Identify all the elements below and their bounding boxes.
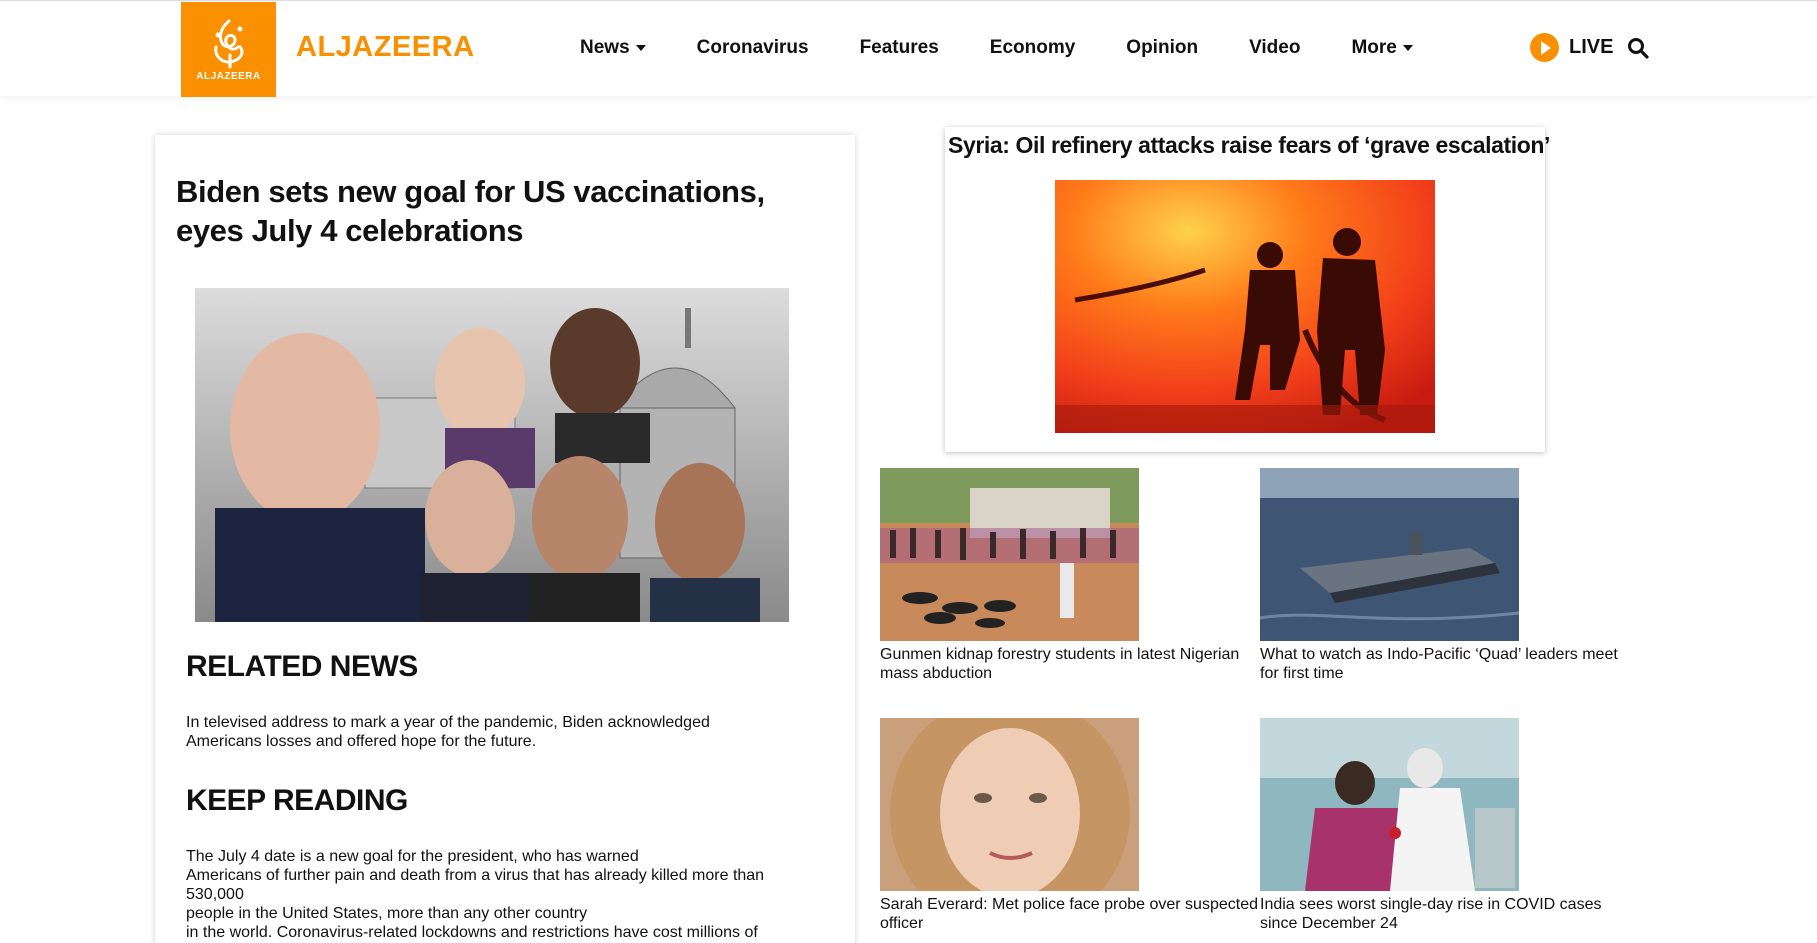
main-nav: News Coronavirus Features Economy Opinio… <box>580 37 1464 59</box>
site-header: ALJAZEERA ALJAZEERA News Coronavirus Fea… <box>0 0 1817 97</box>
related-news-text: In televised address to mark a year of t… <box>186 714 710 750</box>
nav-features-label: Features <box>859 37 939 58</box>
live-button[interactable]: LIVE <box>1530 33 1613 62</box>
carrier-photo <box>1260 468 1519 641</box>
logo-calligraphy-icon <box>213 19 243 69</box>
nav-video-label: Video <box>1249 37 1301 58</box>
story-tile-image[interactable] <box>880 468 1139 641</box>
keep-reading-line: The July 4 date is a new goal for the pr… <box>186 848 639 865</box>
play-circle-icon <box>1530 33 1559 62</box>
nav-video[interactable]: Video <box>1249 37 1300 59</box>
nav-news[interactable]: News <box>580 37 646 59</box>
story-tile-caption[interactable]: Sarah Everard: Met police face probe ove… <box>880 895 1260 933</box>
main-story-title[interactable]: Biden sets new goal for US vaccinations,… <box>176 172 836 250</box>
nav-coronavirus[interactable]: Coronavirus <box>697 37 809 59</box>
keep-reading-line: Americans of further pain and death from… <box>186 867 765 884</box>
logo[interactable]: ALJAZEERA <box>181 2 276 97</box>
nav-economy[interactable]: Economy <box>990 37 1076 59</box>
nav-features[interactable]: Features <box>860 37 939 59</box>
top-story-image[interactable] <box>1055 180 1435 433</box>
chevron-down-icon <box>635 45 646 51</box>
story-tile-quad[interactable]: What to watch as Indo-Pacific ‘Quad’ lea… <box>1260 468 1640 683</box>
brand-name[interactable]: ALJAZEERA <box>296 31 475 64</box>
story-tile-caption[interactable]: What to watch as Indo-Pacific ‘Quad’ lea… <box>1260 645 1640 683</box>
story-tile-caption[interactable]: Gunmen kidnap forestry students in lates… <box>880 645 1260 683</box>
main-story-card: Biden sets new goal for US vaccinations,… <box>155 135 855 943</box>
nav-news-label: News <box>580 37 630 58</box>
keep-reading-line: 530,000 <box>186 886 244 903</box>
firefighters-illustration <box>1055 180 1435 433</box>
story-tile-india-covid[interactable]: India sees worst single-day rise in COVI… <box>1260 718 1640 933</box>
keep-reading-heading: KEEP READING <box>186 784 408 817</box>
nav-opinion-label: Opinion <box>1126 37 1199 58</box>
nav-economy-label: Economy <box>989 37 1076 58</box>
story-tile-nigeria[interactable]: Gunmen kidnap forestry students in lates… <box>880 468 1260 683</box>
keep-reading-line: people in the United States, more than a… <box>186 905 588 922</box>
main-story-illustration <box>195 288 789 622</box>
story-tile-everard[interactable]: Sarah Everard: Met police face probe ove… <box>880 718 1260 933</box>
live-label: LIVE <box>1569 36 1614 58</box>
nav-coronavirus-label: Coronavirus <box>696 37 809 58</box>
chevron-down-icon <box>1402 45 1413 51</box>
main-story-image[interactable] <box>195 288 789 622</box>
crowd-photo <box>880 468 1139 641</box>
story-tile-image[interactable] <box>880 718 1139 891</box>
logo-text: ALJAZEERA <box>196 71 261 82</box>
nav-more[interactable]: More <box>1351 37 1413 59</box>
keep-reading-line: in the world. Coronavirus-related lockdo… <box>186 924 758 941</box>
nav-more-label: More <box>1351 37 1397 58</box>
story-tile-image[interactable] <box>1260 718 1519 891</box>
top-story-title[interactable]: Syria: Oil refinery attacks raise fears … <box>948 132 1550 159</box>
keep-reading-text: The July 4 date is a new goal for the pr… <box>186 847 776 942</box>
search-icon[interactable] <box>1627 37 1649 59</box>
related-news-heading: RELATED NEWS <box>186 650 418 683</box>
vaccination-photo <box>1260 718 1519 891</box>
top-story-card: Syria: Oil refinery attacks raise fears … <box>945 127 1550 452</box>
story-tile-image[interactable] <box>1260 468 1519 641</box>
nav-opinion[interactable]: Opinion <box>1126 37 1198 59</box>
story-tile-caption[interactable]: India sees worst single-day rise in COVI… <box>1260 895 1640 933</box>
portrait-photo <box>880 718 1139 891</box>
